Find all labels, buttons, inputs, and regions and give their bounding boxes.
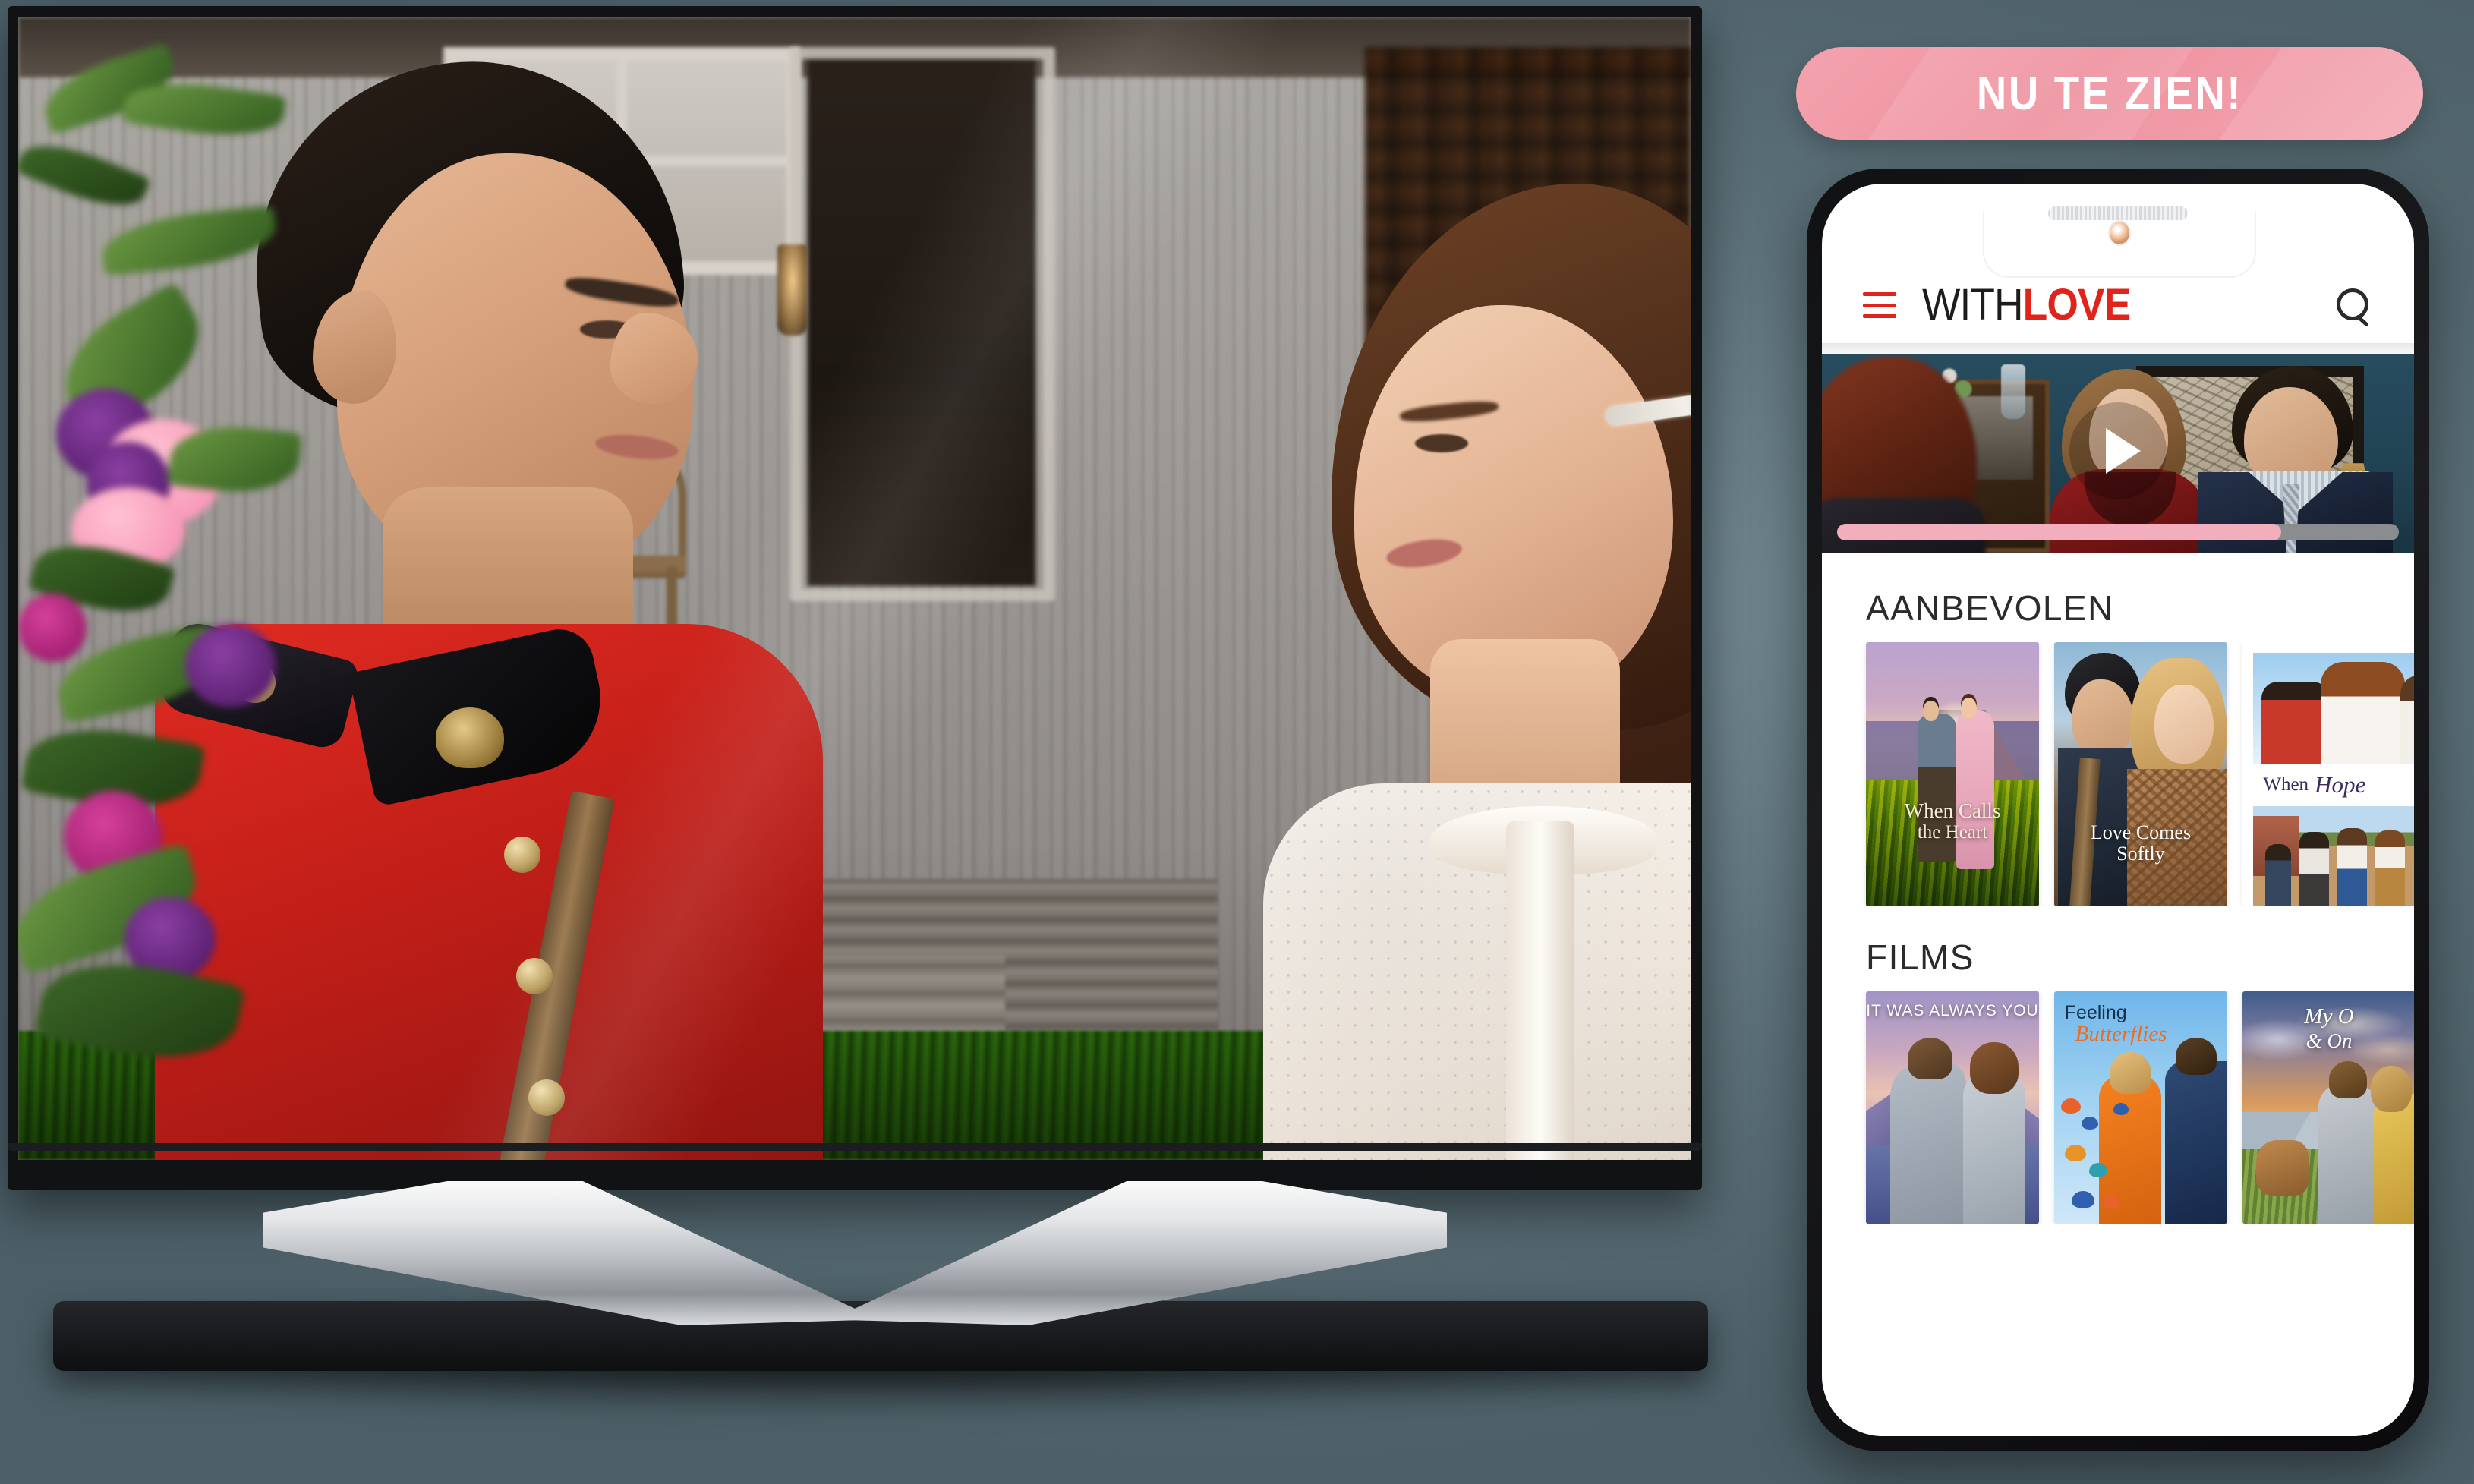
television: [8, 6, 1708, 1418]
hero-video-player[interactable]: [1822, 349, 2414, 553]
badge-label: NU TE ZIEN!: [1976, 67, 2243, 120]
phone-screen: WITHLOVE AANBEVOLEN When Calls the Heart…: [1822, 184, 2414, 1436]
phone-speaker-grille: [2048, 206, 2188, 220]
tv-stand-right-arm: [830, 1181, 1447, 1325]
poster-title-line1: Feeling: [2064, 1002, 2127, 1024]
poster-card-when-calls-the-heart[interactable]: When Calls the Heart: [1866, 642, 2039, 906]
poster-title-line2: Hope: [2315, 770, 2366, 798]
hamburger-icon[interactable]: [1863, 292, 1896, 318]
scene-woman: [1240, 184, 1691, 1160]
smartphone: WITHLOVE AANBEVOLEN When Calls the Heart…: [1807, 169, 2429, 1451]
tv-frame: [8, 6, 1702, 1190]
poster-title: Love Comes Softly: [2054, 822, 2227, 864]
poster-title: IT WAS ALWAYS YOU: [1866, 1003, 2039, 1019]
poster-title-line1: When Calls: [1904, 799, 2001, 823]
header-divider: [1822, 343, 2414, 354]
poster-title: When Calls the Heart: [1866, 800, 2039, 843]
video-progress-bar[interactable]: [1837, 524, 2399, 540]
poster-title-line1: IT WAS ALWAYS YOU: [1866, 1002, 2039, 1020]
app-header: WITHLOVE: [1822, 267, 2414, 343]
poster-title-line1: When: [2263, 774, 2309, 795]
poster-title-line2: Butterflies: [2075, 1022, 2167, 1047]
video-progress-fill: [1837, 524, 2281, 540]
poster-card-feeling-butterflies[interactable]: Feeling Butterflies: [2054, 991, 2227, 1224]
section-title-films: FILMS: [1866, 937, 1974, 977]
tv-screen: [18, 17, 1691, 1160]
poster-title-line2: Softly: [2116, 843, 2165, 865]
play-icon[interactable]: [2069, 402, 2167, 499]
poster-title-line2: the Heart: [1917, 822, 1988, 843]
tv-stand-left-arm: [263, 1181, 879, 1325]
phone-body: WITHLOVE AANBEVOLEN When Calls the Heart…: [1807, 169, 2429, 1451]
now-playing-badge: NU TE ZIEN!: [1796, 47, 2423, 140]
app-content: AANBEVOLEN When Calls the Heart Love Com…: [1822, 553, 2414, 1436]
poster-card-when-hope-calls[interactable]: When Hope: [2242, 642, 2414, 906]
brand-logo[interactable]: WITHLOVE: [1922, 280, 2132, 329]
poster-title: My O & On: [2242, 1005, 2414, 1051]
brand-logo-first: WITH: [1922, 280, 2024, 329]
poster-title-line1: My O: [2304, 1004, 2354, 1029]
brand-logo-second: LOVE: [2022, 280, 2132, 329]
phone-front-camera: [2108, 220, 2131, 246]
rail-aanbevolen[interactable]: When Calls the Heart Love Comes Softly W…: [1822, 642, 2414, 906]
section-title-aanbevolen: AANBEVOLEN: [1866, 588, 2114, 628]
poster-card-my-one-and-only[interactable]: My O & On: [2242, 991, 2414, 1224]
poster-card-it-was-always-you[interactable]: IT WAS ALWAYS YOU: [1866, 991, 2039, 1224]
tv-scene: [18, 17, 1691, 1160]
tv-bezel-chin: [8, 1143, 1702, 1151]
page-root: NU TE ZIEN! WITHLOVE AANBEVOLEN When Cal…: [0, 0, 2474, 1484]
poster-title: Feeling Butterflies: [2065, 1003, 2167, 1045]
scene-foreground-flowers: [18, 42, 367, 1095]
tv-stand: [263, 1181, 1447, 1325]
search-icon[interactable]: [2335, 287, 2372, 328]
poster-card-love-comes-softly[interactable]: Love Comes Softly: [2054, 642, 2227, 906]
poster-title-line2: & On: [2305, 1029, 2353, 1052]
rail-films[interactable]: IT WAS ALWAYS YOU Feeling Butterflies My…: [1822, 991, 2414, 1224]
poster-title-line1: Love Comes: [2090, 821, 2192, 844]
